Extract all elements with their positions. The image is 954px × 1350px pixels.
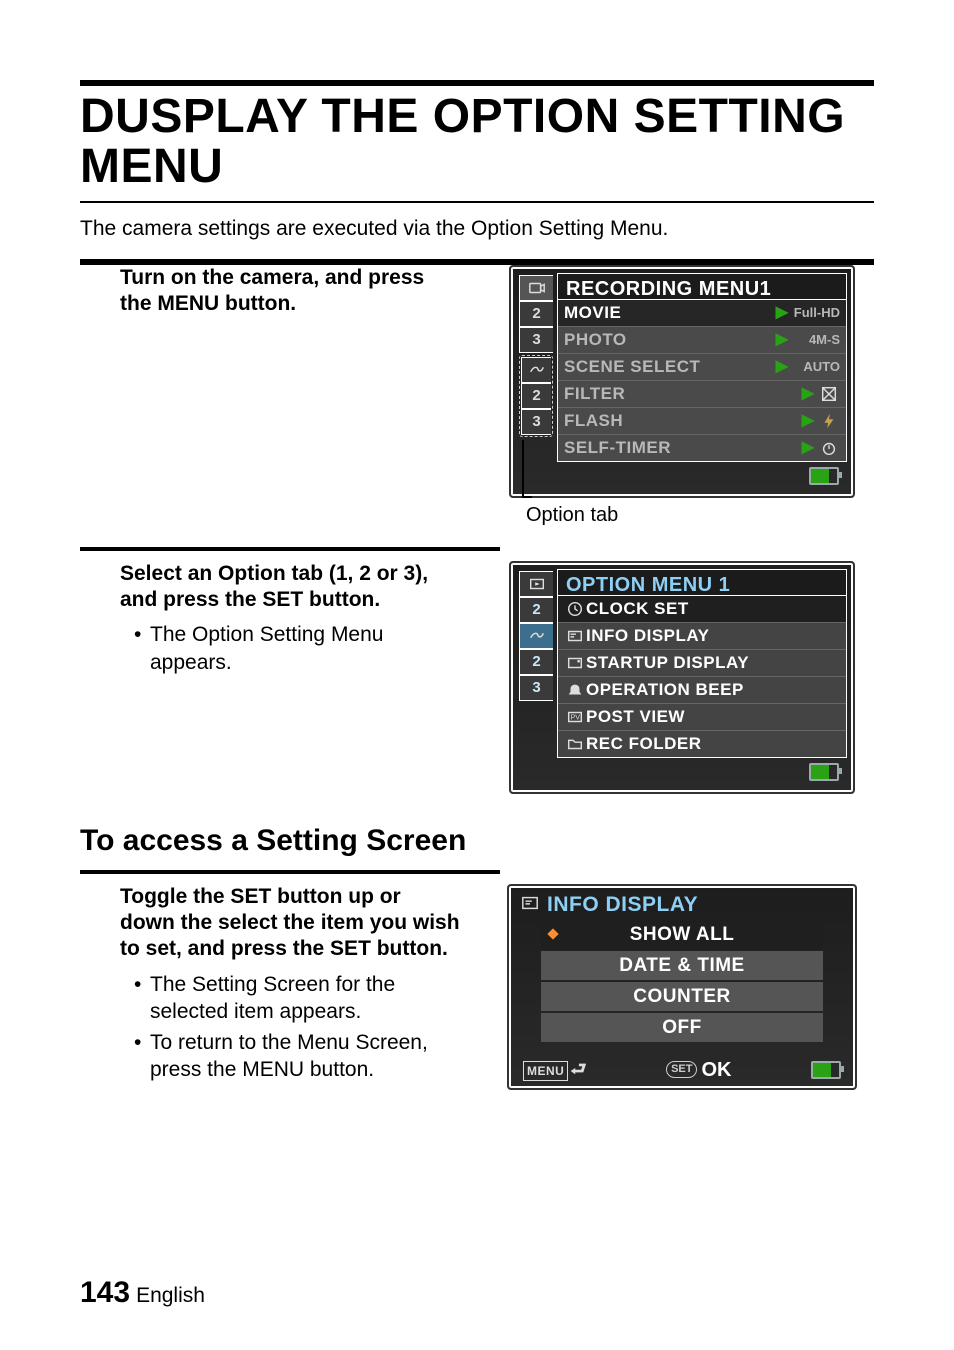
intro-text: The camera settings are executed via the… bbox=[80, 217, 874, 241]
option-tab-3[interactable]: 3 bbox=[521, 409, 551, 435]
option-tab-1[interactable] bbox=[521, 357, 551, 383]
menu-back-hint: MENU⮐ bbox=[523, 1060, 587, 1080]
setting-opt-showall[interactable]: SHOW ALL bbox=[541, 920, 823, 949]
menu-row-scene[interactable]: SCENE SELECT▶AUTO bbox=[558, 353, 846, 380]
return-icon: ⮐ bbox=[570, 1059, 586, 1079]
flash-icon bbox=[818, 412, 840, 430]
step2-heading: Select an Option tab (1, 2 or 3), and pr… bbox=[120, 561, 460, 614]
menu-row-clock[interactable]: CLOCK SET bbox=[558, 596, 846, 622]
display-icon bbox=[564, 627, 586, 645]
option-tab-2[interactable]: 2 bbox=[521, 383, 551, 409]
arrow-icon: ▶ bbox=[776, 305, 788, 321]
menu-row-filter[interactable]: FILTER▶ bbox=[558, 380, 846, 407]
filter-icon bbox=[818, 385, 840, 403]
setting-opt-off[interactable]: OFF bbox=[541, 1013, 823, 1042]
opt-menu-title: OPTION MENU 1 bbox=[557, 569, 847, 595]
setting-header: INFO DISPLAY bbox=[547, 894, 698, 915]
step3-bullet-2: To return to the Menu Screen, press the … bbox=[136, 1029, 460, 1084]
menu-row-selftimer[interactable]: SELF-TIMER▶ bbox=[558, 434, 846, 461]
rec-tab-2[interactable]: 2 bbox=[519, 301, 553, 327]
beep-icon bbox=[564, 681, 586, 699]
step3-heading: Toggle the SET button up or down the sel… bbox=[120, 884, 460, 963]
opt-tab-2[interactable]: 2 bbox=[519, 649, 553, 675]
section2-title: To access a Setting Screen bbox=[80, 824, 874, 858]
menu-row-recfolder[interactable]: REC FOLDER bbox=[558, 730, 846, 757]
step2-bullet: The Option Setting Menu appears. bbox=[136, 621, 460, 676]
clock-icon bbox=[564, 600, 586, 618]
rec-menu-title: RECORDING MENU1 bbox=[557, 273, 847, 299]
opt-tab-3[interactable]: 3 bbox=[519, 675, 553, 701]
step3-bullet-1: The Setting Screen for the selected item… bbox=[136, 971, 460, 1026]
setting-screen: INFO DISPLAY SHOW ALL DATE & TIME COUNTE… bbox=[507, 884, 857, 1090]
option-menu-screen: 2 2 3 OPTION MENU 1 CLOCK SET INFO DISPL… bbox=[509, 561, 855, 794]
menu-row-photo[interactable]: PHOTO▶4M-S bbox=[558, 326, 846, 353]
timer-icon bbox=[818, 439, 840, 457]
page-title: DUSPLAY THE OPTION SETTING MENU bbox=[80, 92, 874, 193]
svg-text:PV: PV bbox=[571, 712, 581, 721]
menu-row-startup[interactable]: STARTUP DISPLAY bbox=[558, 649, 846, 676]
opt-tab-1[interactable] bbox=[519, 623, 553, 649]
page-footer: 143English bbox=[80, 1276, 205, 1310]
battery-icon bbox=[809, 763, 839, 781]
startup-icon bbox=[564, 654, 586, 672]
rec-tab-1[interactable] bbox=[519, 275, 553, 301]
battery-icon bbox=[811, 1061, 841, 1079]
postview-icon: PV bbox=[564, 708, 586, 726]
menu-row-movie[interactable]: MOVIE▶Full-HD bbox=[558, 300, 846, 326]
step1-heading: Turn on the camera, and press the MENU b… bbox=[120, 265, 460, 318]
menu-row-postview[interactable]: PVPOST VIEW bbox=[558, 703, 846, 730]
play-tab-1[interactable] bbox=[519, 571, 553, 597]
setting-opt-counter[interactable]: COUNTER bbox=[541, 982, 823, 1011]
folder-icon bbox=[564, 735, 586, 753]
recording-menu-screen: 2 3 2 3 RECORDING MENU1 MOVIE▶Full-HD PH… bbox=[509, 265, 855, 498]
menu-row-flash[interactable]: FLASH▶ bbox=[558, 407, 846, 434]
option-tab-callout: Option tab bbox=[526, 504, 618, 527]
play-tab-2[interactable]: 2 bbox=[519, 597, 553, 623]
rec-tab-3[interactable]: 3 bbox=[519, 327, 553, 353]
menu-row-info[interactable]: INFO DISPLAY bbox=[558, 622, 846, 649]
display-icon bbox=[521, 894, 539, 916]
setting-opt-datetime[interactable]: DATE & TIME bbox=[541, 951, 823, 980]
menu-row-beep[interactable]: OPERATION BEEP bbox=[558, 676, 846, 703]
ok-hint: SETOK bbox=[666, 1060, 731, 1080]
battery-icon bbox=[809, 467, 839, 485]
